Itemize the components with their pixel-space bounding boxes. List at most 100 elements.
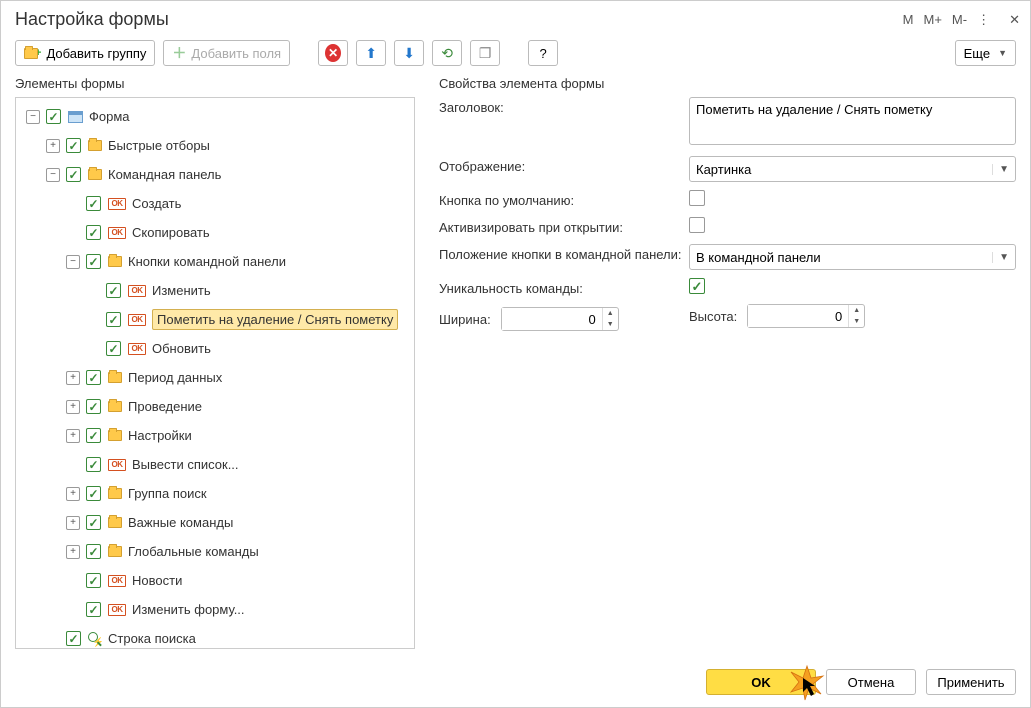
expand-icon[interactable]: + — [66, 516, 80, 530]
ok-badge-icon: OK — [108, 459, 126, 471]
height-input[interactable] — [748, 305, 848, 327]
height-spinner[interactable]: ▲ ▼ — [747, 304, 865, 328]
tree-row[interactable]: +Настройки — [16, 421, 414, 450]
width-label: Ширина: — [439, 312, 491, 327]
tree-row[interactable]: OKСоздать — [16, 189, 414, 218]
tree-row[interactable]: OKИзменить — [16, 276, 414, 305]
help-button[interactable]: ? — [528, 40, 558, 66]
add-fields-button[interactable]: ＋ Добавить поля — [163, 40, 290, 66]
tree-row[interactable]: + Проведение — [16, 392, 414, 421]
tree-row[interactable]: OKВывести список... — [16, 450, 414, 479]
copy-button[interactable]: ❐ — [470, 40, 500, 66]
ok-button[interactable]: OK — [706, 669, 816, 695]
checkbox-icon[interactable] — [66, 167, 81, 182]
tree-row[interactable]: OKНовости — [16, 566, 414, 595]
collapse-icon[interactable]: − — [26, 110, 40, 124]
position-label: Положение кнопки в командной панели: — [439, 244, 689, 262]
checkbox-icon[interactable] — [86, 486, 101, 501]
tree-row[interactable]: − Кнопки командной панели — [16, 247, 414, 276]
chevron-down-icon: ▼ — [992, 164, 1009, 175]
tree-row[interactable]: OKСкопировать — [16, 218, 414, 247]
collapse-icon[interactable]: − — [46, 168, 60, 182]
width-spinner[interactable]: ▲ ▼ — [501, 307, 619, 331]
expand-icon[interactable]: + — [66, 429, 80, 443]
checkbox-icon[interactable] — [86, 428, 101, 443]
tree-item-label: Быстрые отборы — [108, 136, 210, 155]
tree-row[interactable]: +Группа поиск — [16, 479, 414, 508]
more-menu-icon[interactable]: ⋮ — [977, 12, 991, 28]
checkbox-icon[interactable] — [86, 544, 101, 559]
expand-icon[interactable]: + — [66, 400, 80, 414]
header-input[interactable]: Пометить на удаление / Снять пометку — [689, 97, 1016, 145]
tree-row[interactable]: OKОбновить — [16, 334, 414, 363]
memory-m[interactable]: M — [903, 12, 914, 27]
form-icon — [68, 111, 83, 123]
checkbox-icon[interactable] — [86, 225, 101, 240]
width-down-icon[interactable]: ▼ — [603, 319, 618, 330]
window-title: Настройка формы — [15, 9, 903, 30]
checkbox-icon[interactable] — [86, 254, 101, 269]
width-input[interactable] — [502, 308, 602, 330]
move-up-button[interactable]: ⬆ — [356, 40, 386, 66]
close-icon[interactable]: ✕ — [1009, 12, 1020, 28]
activate-checkbox[interactable] — [689, 217, 705, 233]
apply-button[interactable]: Применить — [926, 669, 1016, 695]
tree-item-label: Кнопки командной панели — [128, 252, 286, 271]
tree-row[interactable]: ⚡Строка поиска — [16, 624, 414, 648]
delete-button[interactable]: ✕ — [318, 40, 348, 66]
tree-row[interactable]: +Период данных — [16, 363, 414, 392]
tree-row[interactable]: + Быстрые отборы — [16, 131, 414, 160]
checkbox-icon[interactable] — [106, 341, 121, 356]
cancel-button[interactable]: Отмена — [826, 669, 916, 695]
height-down-icon[interactable]: ▼ — [849, 316, 864, 327]
checkbox-icon[interactable] — [86, 370, 101, 385]
position-select[interactable]: В командной панели ▼ — [689, 244, 1016, 270]
height-up-icon[interactable]: ▲ — [849, 305, 864, 316]
display-select[interactable]: Картинка ▼ — [689, 156, 1016, 182]
expand-icon[interactable]: + — [66, 545, 80, 559]
memory-mplus[interactable]: M+ — [924, 12, 942, 27]
tree-row[interactable]: OKИзменить форму... — [16, 595, 414, 624]
width-up-icon[interactable]: ▲ — [603, 308, 618, 319]
copy-icon: ❐ — [479, 45, 492, 62]
checkbox-icon[interactable] — [86, 457, 101, 472]
tree-item-label: Проведение — [128, 397, 202, 416]
tree-item-label: Пометить на удаление / Снять пометку — [152, 309, 398, 330]
checkbox-icon[interactable] — [86, 399, 101, 414]
expand-icon[interactable]: + — [46, 139, 60, 153]
checkbox-icon[interactable] — [66, 138, 81, 153]
display-label: Отображение: — [439, 156, 689, 174]
checkbox-icon[interactable] — [46, 109, 61, 124]
tree-row[interactable]: −Командная панель — [16, 160, 414, 189]
checkbox-icon[interactable] — [106, 283, 121, 298]
checkbox-icon[interactable] — [66, 631, 81, 646]
ok-badge-icon: OK — [108, 227, 126, 239]
tree-row[interactable]: +Глобальные команды — [16, 537, 414, 566]
tree-item-label: Важные команды — [128, 513, 233, 532]
memory-mminus[interactable]: M- — [952, 12, 967, 27]
expand-icon[interactable]: + — [66, 487, 80, 501]
form-tree[interactable]: −Форма+Быстрые отборы−Командная панельOK… — [16, 98, 414, 648]
restore-button[interactable]: ⟲ — [432, 40, 462, 66]
checkbox-icon[interactable] — [86, 573, 101, 588]
folder-icon — [108, 372, 122, 383]
tree-item-label: Строка поиска — [108, 629, 196, 648]
folder-icon — [24, 48, 38, 59]
move-down-button[interactable]: ⬇ — [394, 40, 424, 66]
more-button[interactable]: Еще ▼ — [955, 40, 1016, 66]
checkbox-icon[interactable] — [86, 602, 101, 617]
expand-icon[interactable]: + — [66, 371, 80, 385]
checkbox-icon[interactable] — [106, 312, 121, 327]
add-group-button[interactable]: + Добавить группу — [15, 40, 155, 66]
default-btn-checkbox[interactable] — [689, 190, 705, 206]
folder-icon — [88, 140, 102, 151]
cancel-label: Отмена — [848, 675, 895, 690]
checkbox-icon[interactable] — [86, 196, 101, 211]
tree-row[interactable]: OKПометить на удаление / Снять пометку — [16, 305, 414, 334]
tree-row[interactable]: −Форма — [16, 102, 414, 131]
restore-icon: ⟲ — [441, 45, 453, 62]
tree-row[interactable]: + Важные команды — [16, 508, 414, 537]
checkbox-icon[interactable] — [86, 515, 101, 530]
unique-checkbox[interactable] — [689, 278, 705, 294]
collapse-icon[interactable]: − — [66, 255, 80, 269]
